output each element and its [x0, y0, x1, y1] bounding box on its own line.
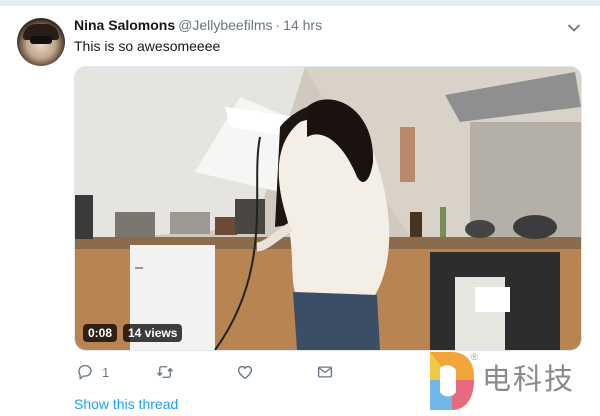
retweet-button[interactable] — [156, 362, 182, 382]
video-frame — [75, 67, 581, 350]
tweet-timestamp[interactable]: 14 hrs — [283, 17, 322, 33]
tweet-text: This is so awesomeeee — [74, 38, 221, 54]
avatar[interactable] — [17, 18, 65, 66]
tweet-header: Nina Salomons @Jellybeefilms · 14 hrs — [74, 16, 322, 34]
direct-message-button[interactable] — [316, 362, 334, 382]
watermark-registered-mark: ® — [471, 352, 478, 362]
like-button[interactable] — [236, 362, 262, 382]
author-name[interactable]: Nina Salomons — [74, 17, 175, 33]
show-thread-link[interactable]: Show this thread — [74, 396, 178, 412]
separator-dot: · — [275, 17, 281, 33]
chevron-down-icon[interactable] — [566, 20, 582, 36]
direct-message-icon — [317, 366, 333, 378]
watermark: ® 电科技 — [426, 348, 600, 416]
reply-count: 1 — [102, 364, 110, 380]
like-icon — [237, 365, 253, 380]
tweet-actions: 1 — [74, 362, 474, 384]
author-handle[interactable]: @Jellybeefilms — [178, 17, 272, 33]
reply-button[interactable]: 1 — [76, 362, 109, 382]
video-views-badge: 14 views — [123, 324, 183, 342]
retweet-icon — [156, 366, 174, 378]
video-player[interactable]: 0:08 14 views — [74, 66, 582, 351]
reply-icon — [78, 364, 92, 380]
video-duration-badge: 0:08 — [83, 324, 118, 342]
watermark-text: 电科技 — [482, 362, 576, 396]
